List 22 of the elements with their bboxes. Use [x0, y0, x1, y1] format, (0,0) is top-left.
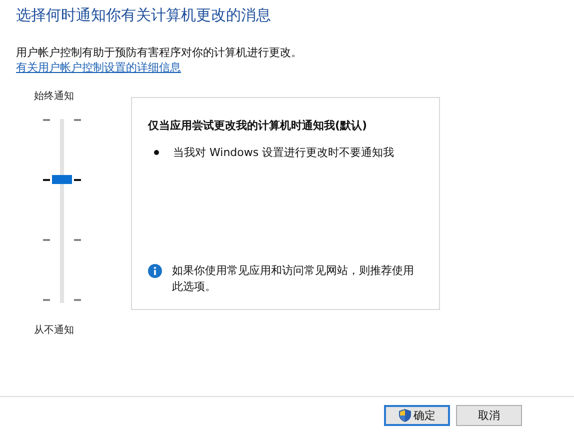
shield-icon [398, 409, 410, 422]
window-heading: 选择何时通知你有关计算机更改的消息 [16, 6, 272, 25]
ok-button[interactable]: 确定 [384, 405, 450, 426]
tick-mark [74, 119, 81, 120]
tick-mark [74, 179, 81, 181]
tick-mark [43, 299, 50, 300]
tick-mark [74, 239, 81, 240]
panel-heading: 仅当应用尝试更改我的计算机时通知我(默认) [148, 118, 368, 133]
tick-mark [43, 239, 50, 240]
details-link[interactable]: 有关用户帐户控制设置的详细信息 [16, 60, 181, 75]
slider-top-label: 始终通知 [34, 90, 75, 103]
note-text: 如果你使用常见应用和访问常见网站，则推荐使用此选项。 [172, 263, 415, 295]
info-icon [148, 264, 162, 278]
slider-thumb[interactable] [52, 174, 72, 184]
bullet-text: 当我对 Windows 设置进行更改时不要通知我 [173, 145, 394, 160]
bullet-icon [154, 150, 159, 155]
slider-bottom-label: 从不通知 [34, 324, 75, 337]
tick-mark [43, 119, 50, 120]
description-text: 用户帐户控制有助于预防有害程序对你的计算机进行更改。 [16, 45, 303, 60]
tick-mark [43, 179, 50, 181]
tick-mark [74, 299, 81, 300]
cancel-button[interactable]: 取消 [456, 405, 522, 426]
